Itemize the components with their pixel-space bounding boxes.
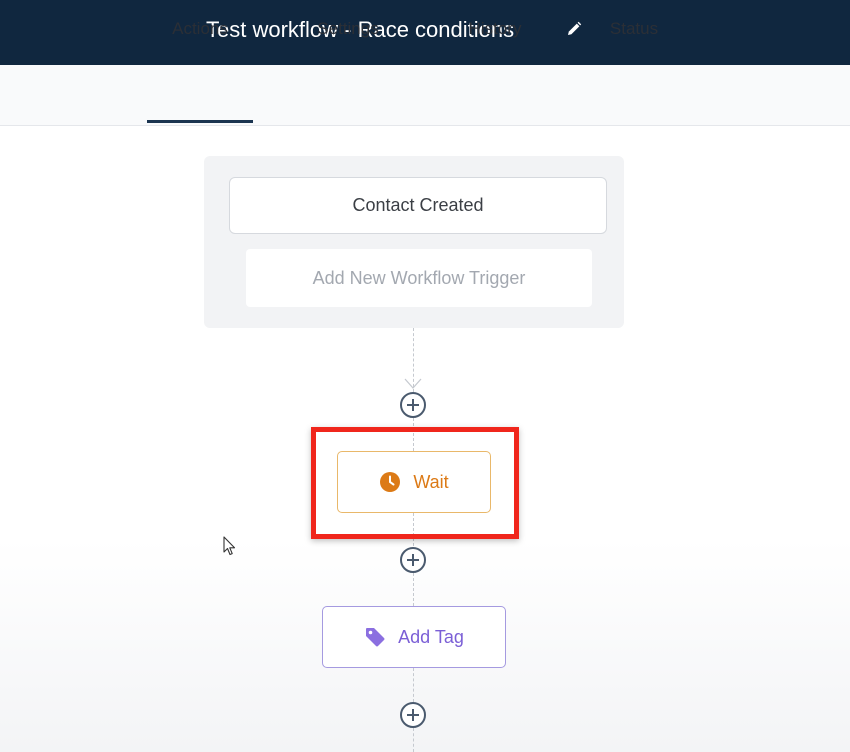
wait-action-node[interactable]: Wait (337, 451, 491, 513)
trigger-contact-created[interactable]: Contact Created (229, 177, 607, 234)
add-tag-label: Add Tag (398, 626, 464, 647)
tab-status[interactable]: Status (594, 18, 674, 40)
arrow-down-icon (404, 378, 422, 389)
wait-label: Wait (413, 471, 449, 492)
add-trigger-label: Add New Workflow Trigger (312, 267, 526, 288)
connector-line (413, 668, 414, 702)
tab-history[interactable]: History (455, 18, 535, 40)
add-step-button[interactable] (400, 702, 426, 728)
add-workflow-trigger-button[interactable]: Add New Workflow Trigger (246, 249, 592, 307)
active-tab-indicator (147, 120, 253, 123)
add-step-button[interactable] (400, 547, 426, 573)
trigger-label: Contact Created (352, 195, 484, 215)
tab-bar (0, 65, 850, 126)
connector-line (413, 728, 414, 752)
add-step-button[interactable] (400, 392, 426, 418)
clock-icon (380, 472, 401, 492)
pencil-icon[interactable] (566, 21, 582, 37)
tag-icon (366, 628, 385, 647)
add-tag-action-node[interactable]: Add Tag (322, 606, 506, 668)
tab-settings[interactable]: Settings (308, 18, 388, 40)
connector-line (413, 573, 414, 606)
mouse-pointer-icon (223, 536, 236, 556)
tab-actions[interactable]: Actions (160, 18, 240, 40)
